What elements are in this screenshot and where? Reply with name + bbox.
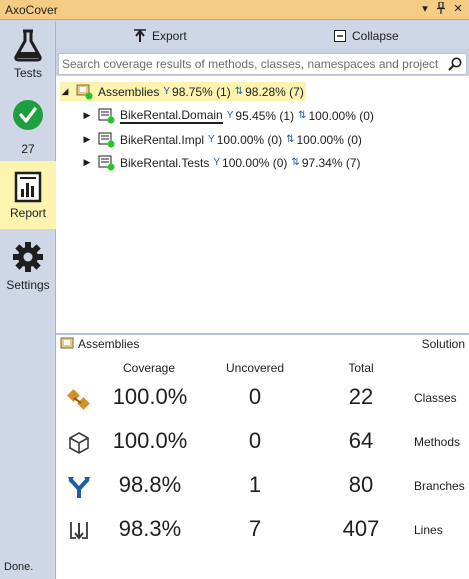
expand-arrow-icon[interactable]: ▶: [82, 134, 92, 145]
tree-node-name: BikeRental.Impl: [120, 132, 205, 147]
summary-row-branches: 98.8% 1 80 Branches: [56, 466, 469, 506]
branch-coverage-value: 95.45% (1): [235, 108, 295, 123]
summary-title: Assemblies: [78, 337, 140, 351]
coverage-tree: ◢ Assemblies Y 98.75% (1) ⇅ 98.28% (7) ▶…: [56, 76, 469, 333]
line-coverage-value: 97.34% (7): [301, 155, 361, 170]
row-label: Branches: [414, 479, 465, 493]
pin-button[interactable]: [434, 1, 448, 16]
line-coverage-icon: ⇅: [286, 134, 295, 145]
row-label: Methods: [414, 435, 461, 449]
methods-icon: [66, 430, 92, 456]
branch-coverage-icon: Y: [208, 134, 215, 145]
line-coverage-value: 98.28% (7): [245, 84, 304, 99]
branches-uncovered: 1: [248, 472, 262, 497]
classes-icon: [66, 386, 92, 412]
assemblies-icon: [76, 84, 94, 100]
close-button[interactable]: ✕: [451, 2, 465, 16]
line-coverage-value: 100.00% (0): [308, 108, 374, 123]
sidebar-item-results[interactable]: 27: [0, 99, 56, 161]
export-button[interactable]: Export: [134, 27, 187, 45]
branches-coverage: 98.8%: [118, 472, 182, 497]
sidebar-item-tests[interactable]: Tests: [0, 29, 56, 91]
window-title: AxoCover: [5, 3, 58, 17]
assemblies-icon: [60, 337, 76, 354]
column-header-total: Total: [348, 361, 374, 375]
tree-node-name: BikeRental.Tests: [120, 155, 210, 170]
expand-arrow-icon[interactable]: ▶: [82, 110, 92, 121]
tree-node-name: Assemblies: [98, 84, 160, 99]
row-label: Classes: [414, 391, 457, 405]
classes-coverage: 100.0%: [112, 384, 188, 409]
collapse-button[interactable]: Collapse: [334, 27, 399, 45]
lines-uncovered: 7: [248, 516, 262, 541]
collapse-icon: [334, 30, 346, 42]
tree-row[interactable]: ▶ BikeRental.Tests Y 100.00% (0) ⇅ 97.34…: [82, 153, 361, 172]
sidebar-item-label: Settings: [6, 278, 50, 292]
export-label: Export: [152, 29, 187, 43]
dropdown-button[interactable]: ▾: [418, 2, 432, 16]
toolbar: Export Collapse: [56, 21, 469, 49]
status-text: Done.: [4, 561, 34, 573]
summary-row-lines: 98.3% 7 407 Lines: [56, 510, 469, 550]
sidebar: Tests 27 Report Settings: [0, 21, 56, 579]
check-circle-icon: [13, 100, 43, 130]
lines-coverage: 98.3%: [118, 516, 182, 541]
sidebar-item-label: 27: [21, 142, 35, 156]
branch-coverage-value: 98.75% (1): [172, 84, 231, 99]
sidebar-item-label: Report: [9, 206, 47, 220]
summary-scope: Solution: [421, 337, 465, 351]
search-input[interactable]: [62, 56, 438, 72]
expand-arrow-icon[interactable]: ▶: [82, 157, 92, 168]
tree-row[interactable]: ▶ BikeRental.Domain Y 95.45% (1) ⇅ 100.0…: [82, 106, 374, 125]
branch-coverage-value: 100.00% (0): [222, 155, 288, 170]
branches-total: 80: [348, 472, 374, 497]
row-label: Lines: [414, 523, 443, 537]
assembly-icon: [98, 132, 116, 148]
window-titlebar: AxoCover ▾ ✕: [0, 0, 469, 20]
column-header-uncovered: Uncovered: [225, 361, 285, 375]
summary-header: Assemblies Solution: [56, 335, 469, 353]
search-box: [58, 53, 467, 75]
gear-icon: [13, 242, 43, 272]
line-coverage-icon: ⇅: [298, 110, 307, 121]
line-coverage-value: 100.00% (0): [296, 132, 362, 147]
sidebar-item-report[interactable]: Report: [0, 161, 56, 229]
search-icon[interactable]: [448, 57, 462, 74]
branch-coverage-value: 100.00% (0): [216, 132, 283, 147]
methods-total: 64: [348, 428, 374, 453]
lines-total: 407: [342, 516, 380, 541]
column-header-coverage: Coverage: [122, 361, 176, 375]
summary-row-classes: 100.0% 0 22 Classes: [56, 378, 469, 418]
flask-icon: [14, 29, 42, 62]
sidebar-item-label: Tests: [13, 66, 42, 80]
branch-coverage-icon: Y: [163, 86, 171, 97]
classes-total: 22: [348, 384, 374, 409]
branch-coverage-icon: Y: [226, 110, 234, 121]
branch-coverage-icon: Y: [213, 157, 221, 168]
sidebar-item-settings[interactable]: Settings: [0, 241, 56, 301]
classes-uncovered: 0: [248, 384, 262, 409]
line-coverage-icon: ⇅: [291, 157, 300, 168]
summary-row-methods: 100.0% 0 64 Methods: [56, 422, 469, 462]
tree-row[interactable]: ▶ BikeRental.Impl Y 100.00% (0) ⇅ 100.00…: [82, 130, 362, 149]
export-icon: [134, 29, 146, 42]
collapse-arrow-icon[interactable]: ◢: [60, 86, 70, 97]
report-icon: [14, 171, 42, 203]
branches-icon: [66, 474, 92, 500]
methods-uncovered: 0: [248, 428, 262, 453]
line-coverage-icon: ⇅: [234, 86, 244, 97]
assembly-icon: [98, 155, 116, 171]
methods-coverage: 100.0%: [112, 428, 188, 453]
tree-node-name: BikeRental.Domain: [120, 107, 223, 124]
collapse-label: Collapse: [352, 29, 399, 43]
pin-icon: [437, 1, 445, 14]
summary-panel: Assemblies Solution Coverage Uncovered T…: [56, 335, 469, 579]
tree-root-assemblies[interactable]: ◢ Assemblies Y 98.75% (1) ⇅ 98.28% (7): [60, 82, 306, 101]
assembly-icon: [98, 108, 116, 124]
lines-icon: [66, 518, 92, 544]
